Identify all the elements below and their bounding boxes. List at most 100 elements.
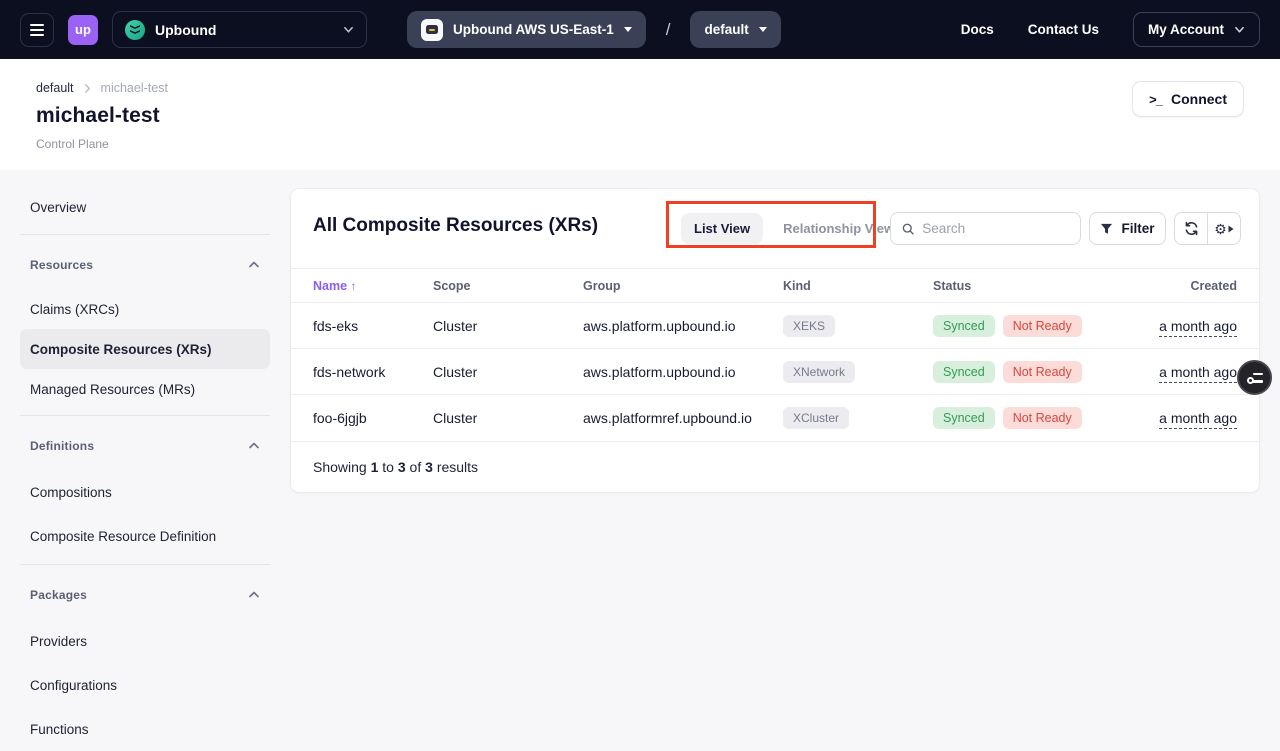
sidebar-item-label: Composite Resource Definition bbox=[30, 529, 216, 544]
sidebar-item-configurations[interactable]: Configurations bbox=[20, 663, 270, 707]
organization-dropdown[interactable]: Upbound bbox=[112, 11, 367, 48]
sort-ascending-icon: ↑ bbox=[351, 279, 357, 293]
composite-resources-panel: All Composite Resources (XRs) List View … bbox=[290, 188, 1260, 493]
contact-us-link[interactable]: Contact Us bbox=[1028, 22, 1099, 37]
cell-created: a month ago bbox=[1117, 395, 1259, 441]
tab-label: Relationship View bbox=[783, 221, 894, 236]
sidebar-item-label: Managed Resources (MRs) bbox=[30, 382, 195, 397]
table-row[interactable]: foo-6jgjb Cluster aws.platformref.upboun… bbox=[291, 395, 1259, 441]
group-dropdown[interactable]: default bbox=[690, 11, 780, 48]
tab-relationship-view[interactable]: Relationship View bbox=[770, 213, 907, 244]
sidebar-item-providers[interactable]: Providers bbox=[20, 619, 270, 663]
kind-badge: XCluster bbox=[783, 407, 849, 429]
cell-kind: XCluster bbox=[783, 395, 933, 441]
auto-refresh-settings-button[interactable]: ⚙ bbox=[1208, 213, 1240, 244]
organization-name: Upbound bbox=[155, 22, 216, 38]
created-timestamp[interactable]: a month ago bbox=[1159, 410, 1237, 429]
sidebar-section-packages[interactable]: Packages bbox=[20, 571, 270, 619]
cell-group: aws.platform.upbound.io bbox=[583, 349, 783, 395]
sidebar-item-label: Claims (XRCs) bbox=[30, 302, 119, 317]
sidebar-item-managed-resources-mrs[interactable]: Managed Resources (MRs) bbox=[20, 369, 270, 409]
control-plane-icon bbox=[421, 19, 443, 41]
checklist-icon bbox=[1247, 372, 1263, 384]
chevron-down-icon bbox=[1234, 24, 1245, 35]
organization-icon bbox=[125, 20, 145, 40]
column-header-group[interactable]: Group bbox=[583, 269, 783, 303]
docs-link[interactable]: Docs bbox=[961, 22, 994, 37]
column-header-status[interactable]: Status bbox=[933, 269, 1117, 303]
kind-badge: XEKS bbox=[783, 315, 835, 337]
sidebar-item-claims-xrcs[interactable]: Claims (XRCs) bbox=[20, 289, 270, 329]
section-label: Definitions bbox=[30, 439, 94, 453]
column-header-kind[interactable]: Kind bbox=[783, 269, 933, 303]
cell-group: aws.platform.upbound.io bbox=[583, 303, 783, 349]
column-header-name[interactable]: Name ↑ bbox=[291, 269, 433, 303]
column-label: Name bbox=[313, 279, 347, 293]
sidebar-item-functions[interactable]: Functions bbox=[20, 707, 270, 751]
cell-created: a month ago bbox=[1117, 303, 1259, 349]
composite-resources-table: Name ↑ Scope Group Kind Status Created f… bbox=[291, 268, 1259, 441]
search-input[interactable] bbox=[922, 221, 1069, 236]
column-header-scope[interactable]: Scope bbox=[433, 269, 583, 303]
created-timestamp[interactable]: a month ago bbox=[1159, 318, 1237, 337]
refresh-button[interactable] bbox=[1175, 213, 1208, 244]
hamburger-menu-button[interactable] bbox=[20, 13, 54, 47]
sidebar-section-resources[interactable]: Resources bbox=[20, 241, 270, 289]
cell-scope: Cluster bbox=[433, 303, 583, 349]
search-icon bbox=[902, 222, 914, 236]
chevron-up-icon bbox=[248, 259, 260, 271]
results-summary: Showing 1 to 3 of 3 results bbox=[291, 441, 1259, 492]
sidebar-divider bbox=[20, 564, 270, 565]
cell-scope: Cluster bbox=[433, 395, 583, 441]
feedback-widget-button[interactable] bbox=[1237, 360, 1272, 395]
status-badge-not-ready: Not Ready bbox=[1003, 315, 1082, 337]
column-header-created[interactable]: Created bbox=[1117, 269, 1259, 303]
page-title: michael-test bbox=[36, 104, 1244, 128]
status-badge-synced: Synced bbox=[933, 361, 995, 383]
results-total: 3 bbox=[425, 459, 433, 475]
sidebar-divider bbox=[20, 234, 270, 235]
sidebar-divider bbox=[20, 415, 270, 416]
sidebar-item-compositions[interactable]: Compositions bbox=[20, 470, 270, 514]
upbound-logo-text: up bbox=[75, 22, 91, 37]
table-row[interactable]: fds-network Cluster aws.platform.upbound… bbox=[291, 349, 1259, 395]
filter-button[interactable]: Filter bbox=[1089, 212, 1166, 245]
status-badge-synced: Synced bbox=[933, 407, 995, 429]
connect-button[interactable]: >_ Connect bbox=[1132, 81, 1244, 117]
sidebar-item-label: Configurations bbox=[30, 678, 117, 693]
sidebar-item-composite-resources-xrs[interactable]: Composite Resources (XRs) bbox=[20, 329, 270, 369]
table-header-row: Name ↑ Scope Group Kind Status Created bbox=[291, 269, 1259, 303]
my-account-button[interactable]: My Account bbox=[1133, 12, 1260, 47]
table-row[interactable]: fds-eks Cluster aws.platform.upbound.io … bbox=[291, 303, 1259, 349]
view-tabs: List View Relationship View bbox=[681, 213, 907, 244]
panel-title: All Composite Resources (XRs) bbox=[313, 215, 598, 237]
breadcrumb-parent[interactable]: default bbox=[36, 81, 74, 95]
status-badge-not-ready: Not Ready bbox=[1003, 361, 1082, 383]
upbound-logo[interactable]: up bbox=[68, 15, 98, 45]
sidebar-item-composite-resource-definition[interactable]: Composite Resource Definition bbox=[20, 514, 270, 558]
sidebar-section-definitions[interactable]: Definitions bbox=[20, 422, 270, 470]
chevron-up-icon bbox=[248, 440, 260, 452]
control-plane-dropdown[interactable]: Upbound AWS US-East-1 bbox=[407, 11, 646, 48]
cell-kind: XEKS bbox=[783, 303, 933, 349]
created-timestamp[interactable]: a month ago bbox=[1159, 364, 1237, 383]
column-label: Scope bbox=[433, 279, 471, 293]
sidebar-item-overview[interactable]: Overview bbox=[20, 186, 270, 228]
page-subtitle: Control Plane bbox=[36, 137, 1244, 151]
search-box bbox=[890, 212, 1081, 245]
breadcrumb-current: michael-test bbox=[101, 81, 168, 95]
cell-status: Synced Not Ready bbox=[933, 349, 1117, 395]
cell-group: aws.platformref.upbound.io bbox=[583, 395, 783, 441]
page-header: default michael-test michael-test Contro… bbox=[0, 59, 1280, 170]
cell-name[interactable]: foo-6jgjb bbox=[291, 395, 433, 441]
column-label: Kind bbox=[783, 279, 811, 293]
caret-down-icon bbox=[759, 27, 767, 32]
tab-list-view[interactable]: List View bbox=[681, 213, 763, 244]
cell-name[interactable]: fds-network bbox=[291, 349, 433, 395]
cell-status: Synced Not Ready bbox=[933, 303, 1117, 349]
section-label: Resources bbox=[30, 258, 93, 272]
path-separator: / bbox=[666, 20, 671, 40]
cell-name[interactable]: fds-eks bbox=[291, 303, 433, 349]
status-badge-synced: Synced bbox=[933, 315, 995, 337]
status-badge-not-ready: Not Ready bbox=[1003, 407, 1082, 429]
